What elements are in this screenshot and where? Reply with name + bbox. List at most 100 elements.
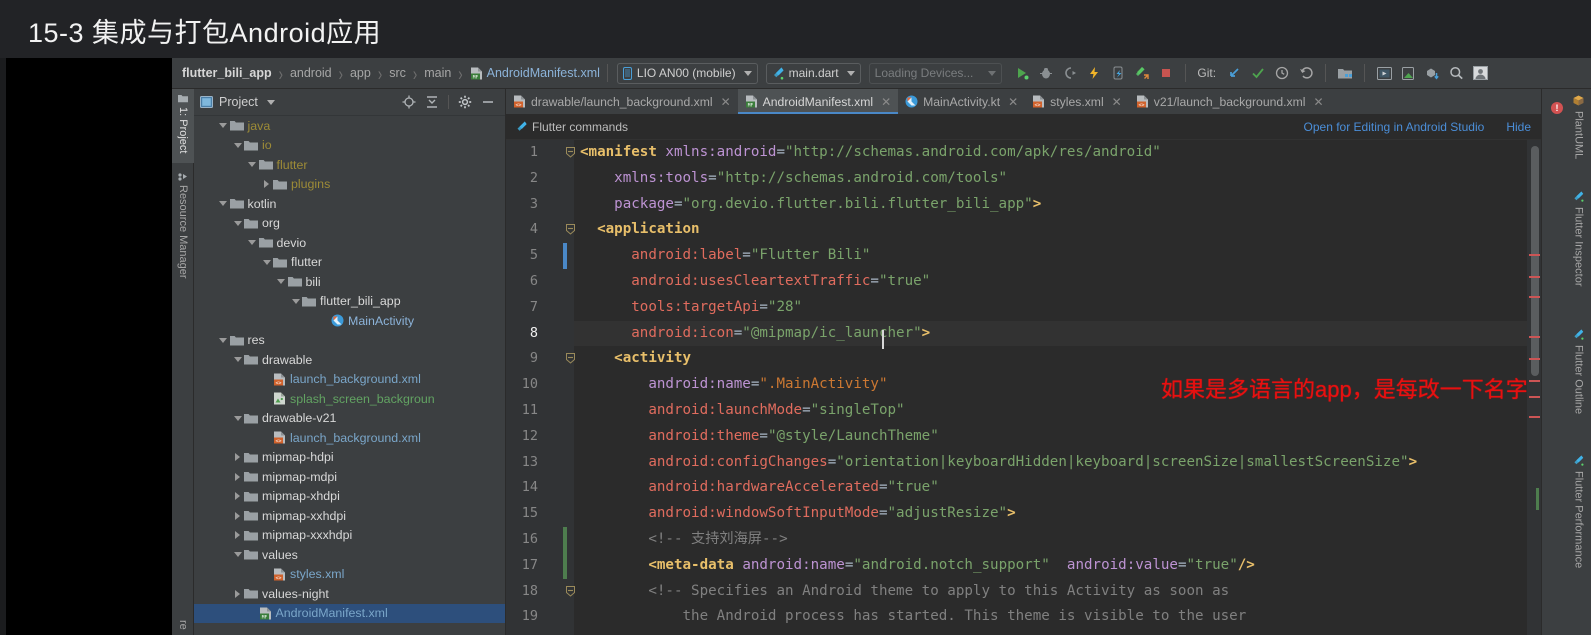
- minimize-icon[interactable]: [481, 95, 495, 109]
- hot-reload-button[interactable]: [1082, 61, 1106, 85]
- tree-node-res[interactable]: res: [194, 331, 505, 351]
- close-icon[interactable]: ✕: [1008, 95, 1018, 109]
- editor-scrollbar-thumb[interactable]: [1531, 146, 1539, 376]
- close-icon[interactable]: ✕: [881, 95, 891, 109]
- hide-link[interactable]: Hide: [1506, 120, 1531, 134]
- tree-node-flutter[interactable]: flutter: [194, 155, 505, 175]
- tree-node-org[interactable]: org: [194, 214, 505, 234]
- breadcrumb-item-src[interactable]: src: [389, 66, 406, 80]
- open-in-android-studio-link[interactable]: Open for Editing in Android Studio: [1304, 120, 1485, 134]
- project-tree[interactable]: java io flutter plugins kotlin org devio flutte…: [194, 116, 505, 635]
- chevron-right-icon[interactable]: [231, 492, 244, 501]
- run-config-selector[interactable]: main.dart: [765, 62, 861, 84]
- sidebar-item-structure[interactable]: re: [172, 615, 194, 635]
- tree-node-plugins[interactable]: plugins: [194, 175, 505, 195]
- close-icon[interactable]: ✕: [1112, 95, 1122, 109]
- debug-button[interactable]: [1034, 61, 1058, 85]
- locate-icon[interactable]: [402, 95, 416, 109]
- breadcrumb-item-flutter-bili-app[interactable]: flutter_bili_app: [182, 66, 272, 80]
- breadcrumb-item-androidmanifest-xml[interactable]: MF AndroidManifest.xml: [470, 66, 600, 80]
- tree-node-flutter[interactable]: flutter: [194, 253, 505, 273]
- close-icon[interactable]: ✕: [721, 95, 731, 109]
- sidebar-item-project[interactable]: 1: Project: [172, 89, 194, 163]
- chevron-down-icon[interactable]: [260, 259, 273, 265]
- vcs-change-marker[interactable]: [563, 527, 567, 553]
- run-button[interactable]: [1010, 61, 1034, 85]
- tree-node-mainactivity[interactable]: MainActivity: [194, 311, 505, 331]
- chevron-down-icon[interactable]: [217, 201, 230, 207]
- tree-node-androidmanifest-xml[interactable]: MF AndroidManifest.xml: [194, 603, 505, 623]
- tree-node-drawable-v21[interactable]: drawable-v21: [194, 409, 505, 429]
- tree-node-java[interactable]: java: [194, 116, 505, 136]
- editor-tab-androidmanifest-xml[interactable]: MF AndroidManifest.xml ✕: [737, 89, 899, 114]
- sidebar-item-flutter-inspector[interactable]: Flutter Inspector: [1566, 185, 1591, 317]
- tree-node-values[interactable]: values: [194, 545, 505, 565]
- project-structure-button[interactable]: [1333, 61, 1357, 85]
- tree-node-mipmap-xhdpi[interactable]: mipmap-xhdpi: [194, 487, 505, 507]
- account-button[interactable]: [1468, 61, 1492, 85]
- editor-tab-v21-launch-background-xml[interactable]: <> v21/launch_background.xml ✕: [1129, 89, 1331, 114]
- gradle-sync-button[interactable]: [1420, 61, 1444, 85]
- avd-manager-button[interactable]: [1372, 61, 1396, 85]
- tree-node-splash-screen-backgroun[interactable]: splash_screen_backgroun: [194, 389, 505, 409]
- sidebar-item-flutter-outline[interactable]: Flutter Outline: [1566, 323, 1591, 443]
- chevron-right-icon[interactable]: [260, 180, 273, 189]
- vcs-change-marker[interactable]: [563, 243, 567, 269]
- chevron-down-icon[interactable]: [231, 357, 244, 363]
- chevron-down-icon[interactable]: [217, 337, 230, 343]
- git-history-button[interactable]: [1270, 61, 1294, 85]
- vcs-change-marker[interactable]: [563, 552, 567, 579]
- open-devtools-button[interactable]: [1130, 61, 1154, 85]
- tree-node-kotlin[interactable]: kotlin: [194, 194, 505, 214]
- status-badge[interactable]: !: [1551, 102, 1563, 114]
- chevron-down-icon[interactable]: [289, 298, 302, 304]
- chevron-down-icon[interactable]: [246, 240, 259, 246]
- git-rollback-button[interactable]: [1294, 61, 1318, 85]
- tree-node-mipmap-hdpi[interactable]: mipmap-hdpi: [194, 448, 505, 468]
- tree-node-drawable[interactable]: drawable: [194, 350, 505, 370]
- chevron-down-icon[interactable]: [266, 99, 275, 105]
- error-stripe[interactable]: [1527, 140, 1541, 635]
- chevron-down-icon[interactable]: [231, 220, 244, 226]
- chevron-down-icon[interactable]: [231, 142, 244, 148]
- sdk-manager-button[interactable]: [1396, 61, 1420, 85]
- git-update-button[interactable]: [1222, 61, 1246, 85]
- chevron-right-icon[interactable]: [231, 453, 244, 462]
- chevron-down-icon[interactable]: [275, 279, 288, 285]
- run-coverage-button[interactable]: [1058, 61, 1082, 85]
- tree-node-flutter-bili-app[interactable]: flutter_bili_app: [194, 292, 505, 312]
- sidebar-item-flutter-performance[interactable]: Flutter Performance: [1566, 449, 1591, 599]
- tree-node-launch-background-xml[interactable]: <> launch_background.xml: [194, 428, 505, 448]
- chevron-right-icon[interactable]: [231, 511, 244, 520]
- chevron-right-icon[interactable]: [231, 531, 244, 540]
- sidebar-item-plantuml[interactable]: PlantUML: [1566, 89, 1591, 179]
- sidebar-item-resource-manager[interactable]: Resource Manager: [172, 167, 194, 289]
- editor-gutter[interactable]: 1 2 3 4 5 6 7 8 9 10 11 12 13 14 15 16 17 18 19: [506, 140, 575, 635]
- chevron-right-icon[interactable]: [231, 589, 244, 598]
- tree-node-mipmap-xxxhdpi[interactable]: mipmap-xxxhdpi: [194, 526, 505, 546]
- collapse-all-icon[interactable]: [425, 95, 439, 109]
- tree-node-mipmap-mdpi[interactable]: mipmap-mdpi: [194, 467, 505, 487]
- tree-node-mipmap-xxhdpi[interactable]: mipmap-xxhdpi: [194, 506, 505, 526]
- loading-devices-selector[interactable]: Loading Devices...: [868, 62, 1003, 84]
- tree-node-styles-xml[interactable]: <> styles.xml: [194, 565, 505, 585]
- tree-node-devio[interactable]: devio: [194, 233, 505, 253]
- stop-button[interactable]: [1154, 61, 1178, 85]
- search-everywhere-button[interactable]: [1444, 61, 1468, 85]
- chevron-down-icon[interactable]: [231, 415, 244, 421]
- editor-tab-drawable-launch-background-xml[interactable]: <> drawable/launch_background.xml ✕: [506, 89, 738, 114]
- editor-tab-styles-xml[interactable]: <> styles.xml ✕: [1025, 89, 1129, 114]
- tree-node-launch-background-xml[interactable]: <> launch_background.xml: [194, 370, 505, 390]
- git-commit-button[interactable]: [1246, 61, 1270, 85]
- chevron-down-icon[interactable]: [217, 123, 230, 129]
- tree-node-values-night[interactable]: values-night: [194, 584, 505, 604]
- chevron-down-icon[interactable]: [246, 162, 259, 168]
- gear-icon[interactable]: [458, 95, 472, 109]
- hot-restart-button[interactable]: [1106, 61, 1130, 85]
- device-selector[interactable]: LIO AN00 (mobile): [616, 62, 758, 84]
- tree-node-bili[interactable]: bili: [194, 272, 505, 292]
- breadcrumb-item-main[interactable]: main: [424, 66, 451, 80]
- breadcrumb-item-android[interactable]: android: [290, 66, 332, 80]
- close-icon[interactable]: ✕: [1314, 95, 1324, 109]
- code-viewport[interactable]: 1 2 3 4 5 6 7 8 9 10 11 12 13 14 15 16 17 18 19 <manifest …: [506, 140, 1541, 635]
